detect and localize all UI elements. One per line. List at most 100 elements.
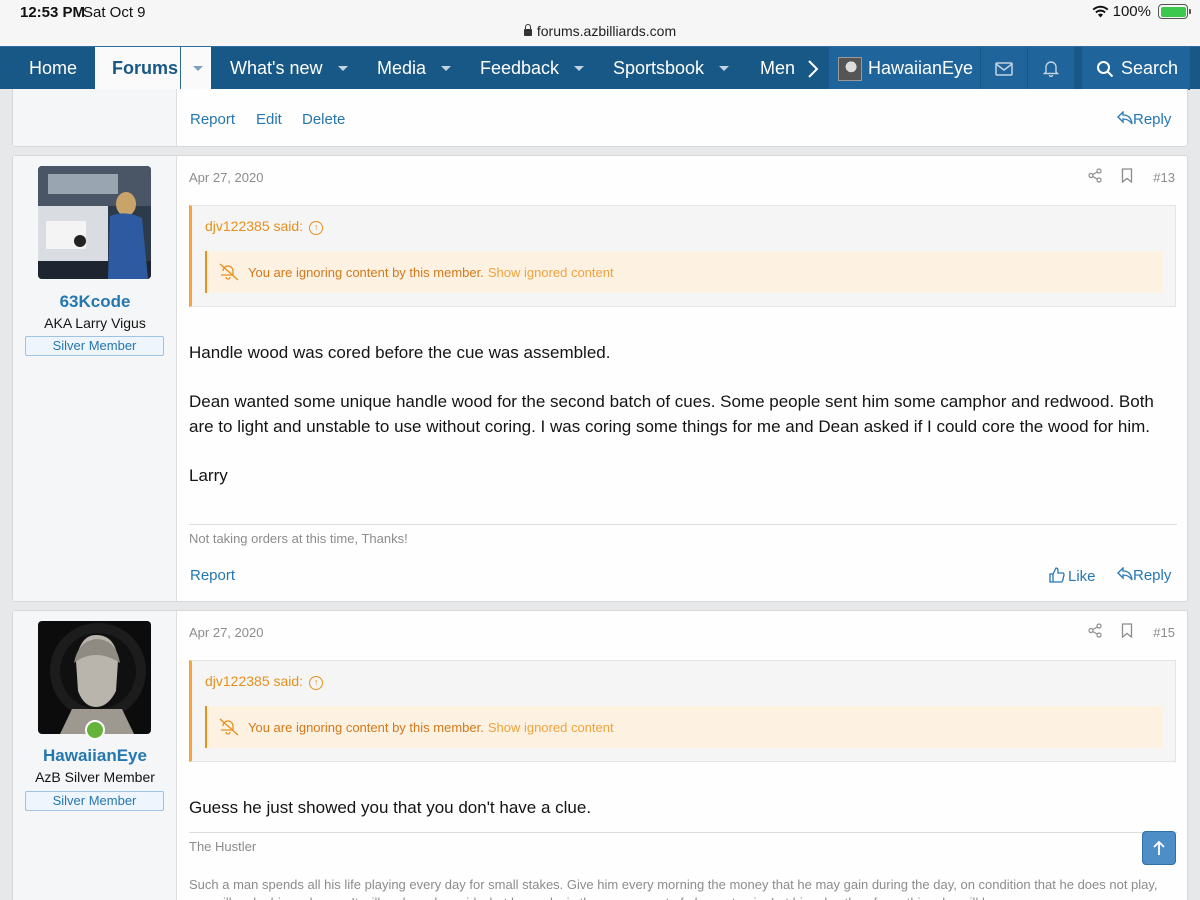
nav-members-label: Men — [760, 58, 796, 78]
username[interactable]: 63Kcode — [13, 292, 177, 312]
arrow-up-icon — [1153, 840, 1165, 855]
bookmark-icon[interactable] — [1121, 623, 1133, 638]
chevron-down-icon[interactable] — [441, 66, 452, 71]
user-title: AKA Larry Vigus — [44, 315, 146, 331]
username[interactable]: HawaiianEye — [13, 746, 177, 766]
post-user-sidebar: 63Kcode AKA Larry Vigus Silver Member — [13, 156, 177, 601]
nav-forums-label: Forums — [112, 58, 179, 78]
post-date[interactable]: Apr 27, 2020 — [189, 625, 263, 640]
nav-sportsbook-label: Sportsbook — [613, 58, 705, 78]
avatar[interactable] — [38, 621, 151, 740]
nav-sportsbook[interactable]: Sportsbook — [613, 47, 730, 90]
address-bar[interactable]: forums.azbilliards.com — [0, 23, 1200, 39]
chevron-right-icon — [807, 59, 818, 78]
clock: 12:53 PM — [20, 4, 86, 21]
nav-media-label: Media — [377, 58, 427, 78]
alerts-button[interactable] — [1028, 47, 1074, 90]
chevron-down-icon[interactable] — [574, 66, 585, 71]
reply-button[interactable]: Reply — [1117, 566, 1172, 584]
ignore-icon — [219, 263, 239, 281]
user-title: AzB Silver Member — [35, 769, 155, 785]
report-button[interactable]: Report — [190, 111, 235, 128]
bell-icon — [1043, 61, 1059, 77]
reply-label: Reply — [1133, 111, 1172, 128]
nav-media[interactable]: Media — [377, 47, 452, 90]
reply-button[interactable]: Reply — [1117, 110, 1172, 128]
nav-home-label: Home — [29, 58, 78, 78]
post-number[interactable]: #15 — [1153, 625, 1175, 640]
ignored-text: You are ignoring content by this member. — [248, 719, 484, 735]
report-button[interactable]: Report — [190, 567, 235, 584]
quote-author[interactable]: djv122385 said: ↑ — [205, 673, 324, 690]
search-icon — [1097, 60, 1114, 77]
wifi-icon — [1092, 5, 1109, 18]
online-status-icon — [85, 720, 105, 740]
thumbs-up-icon — [1049, 567, 1065, 583]
like-button[interactable]: Like — [1049, 567, 1096, 585]
post-13: 63Kcode AKA Larry Vigus Silver Member Ap… — [12, 155, 1188, 602]
chevron-down-icon[interactable] — [719, 66, 730, 71]
nav-feedback[interactable]: Feedback — [480, 47, 585, 90]
nav-feedback-label: Feedback — [480, 58, 560, 78]
quote-author[interactable]: djv122385 said: ↑ — [205, 218, 324, 235]
avatar[interactable] — [38, 166, 151, 279]
signature-text: Such a man spends all his life playing e… — [189, 877, 1158, 900]
nav-username: HawaiianEye — [868, 58, 974, 78]
ignored-content-notice: You are ignoring content by this member.… — [205, 706, 1163, 748]
chevron-down-icon — [192, 66, 203, 71]
quote-author-label: djv122385 said: — [205, 218, 304, 234]
nav-scroll-right[interactable] — [796, 47, 829, 90]
quote-author-label: djv122385 said: — [205, 673, 304, 689]
signature: Not taking orders at this time, Thanks! — [189, 531, 408, 546]
lock-icon — [523, 24, 532, 36]
quote-block: djv122385 said: ↑ You are ignoring conten… — [189, 205, 1176, 307]
search-label: Search — [1121, 58, 1179, 78]
date: Sat Oct 9 — [83, 4, 146, 21]
nav-forums-menu[interactable] — [184, 47, 211, 90]
battery-icon — [1158, 4, 1191, 19]
reply-label: Reply — [1133, 567, 1172, 584]
post-15: HawaiianEye AzB Silver Member Silver Mem… — [12, 610, 1188, 900]
nav-members[interactable]: Men — [760, 47, 795, 90]
scroll-to-top-button[interactable] — [1142, 831, 1176, 865]
chevron-down-icon[interactable] — [338, 66, 349, 71]
show-ignored-link[interactable]: Show ignored content — [488, 720, 614, 735]
battery-percent: 100% — [1112, 3, 1151, 20]
nav-whats-new-label: What's new — [230, 58, 323, 78]
arrow-up-circle-icon[interactable]: ↑ — [309, 676, 324, 690]
nav-home[interactable]: Home — [29, 47, 77, 90]
post-paragraph: Guess he just showed you that you don't … — [189, 798, 592, 817]
signature-title: The Hustler — [189, 839, 257, 854]
reply-icon — [1117, 566, 1133, 581]
show-ignored-link[interactable]: Show ignored content — [488, 265, 614, 280]
delete-button[interactable]: Delete — [302, 111, 345, 128]
ignore-icon — [219, 718, 239, 736]
share-icon[interactable] — [1088, 168, 1102, 183]
nav-account[interactable]: HawaiianEye — [838, 47, 973, 90]
post-paragraph: Dean wanted some unique handle wood for … — [189, 392, 1154, 436]
quote-block: djv122385 said: ↑ You are ignoring conten… — [189, 660, 1176, 762]
bookmark-icon[interactable] — [1121, 168, 1133, 183]
post-body: Guess he just showed you that you don't … — [189, 796, 1179, 821]
like-label: Like — [1068, 568, 1096, 585]
avatar — [838, 56, 862, 81]
user-banner: Silver Member — [25, 791, 164, 811]
main-nav: Home Forums What's new Media Feedback Sp… — [0, 46, 1200, 90]
nav-whats-new[interactable]: What's new — [230, 47, 349, 90]
post-number[interactable]: #13 — [1153, 170, 1175, 185]
envelope-icon — [995, 61, 1013, 76]
search-button[interactable]: Search — [1096, 47, 1178, 90]
edit-button[interactable]: Edit — [256, 111, 282, 128]
post-date[interactable]: Apr 27, 2020 — [189, 170, 263, 185]
post-previous: Report Edit Delete Reply — [12, 89, 1188, 147]
ignored-text: You are ignoring content by this member. — [248, 264, 484, 280]
user-banner: Silver Member — [25, 336, 164, 356]
ignored-content-notice: You are ignoring content by this member.… — [205, 251, 1163, 293]
url-text: forums.azbilliards.com — [536, 23, 677, 39]
share-icon[interactable] — [1088, 623, 1102, 638]
post-paragraph: Larry — [189, 465, 228, 485]
post-paragraph: Handle wood was cored before the cue was… — [189, 343, 611, 362]
arrow-up-circle-icon[interactable]: ↑ — [309, 221, 324, 235]
post-user-sidebar: HawaiianEye AzB Silver Member Silver Mem… — [13, 611, 177, 900]
inbox-button[interactable] — [981, 47, 1027, 90]
